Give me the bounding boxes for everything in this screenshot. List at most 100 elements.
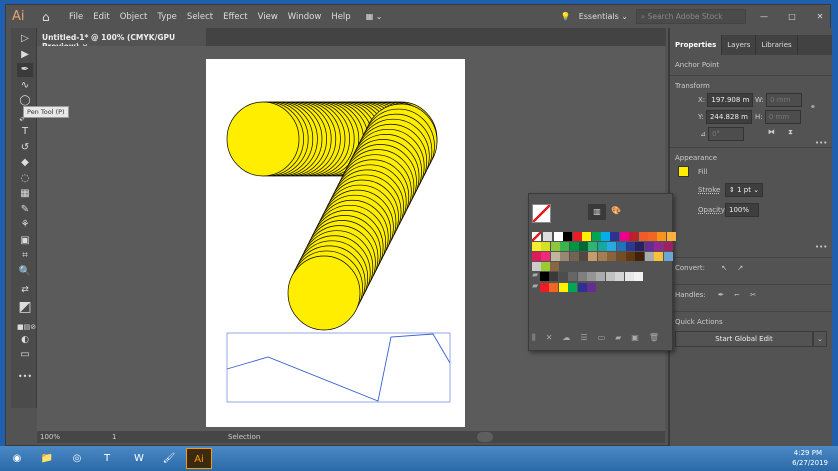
color-swatch[interactable]	[597, 242, 607, 251]
color-swatch[interactable]	[569, 252, 579, 261]
color-swatch[interactable]	[596, 272, 606, 281]
pattern-swatch[interactable]	[541, 262, 550, 271]
color-swatch[interactable]	[540, 283, 549, 292]
color-swatch[interactable]	[644, 242, 654, 251]
color-swatch[interactable]	[663, 252, 673, 261]
more-options[interactable]: •••	[815, 139, 827, 147]
home-icon[interactable]: ⌂	[42, 10, 56, 24]
zoom-level[interactable]: 100%	[40, 433, 60, 441]
start-global-edit-button[interactable]: Start Global Edit	[675, 331, 813, 347]
stroke-label[interactable]: Stroke	[698, 186, 720, 194]
color-modes-icon[interactable]: ■▤⊘	[17, 320, 36, 334]
color-swatch[interactable]	[629, 232, 639, 241]
curvature-tool-icon[interactable]: ∿	[17, 79, 33, 93]
color-swatch[interactable]	[572, 232, 582, 241]
color-swatch[interactable]	[577, 283, 587, 292]
color-swatch[interactable]	[616, 242, 626, 251]
menu-object[interactable]: Object	[115, 12, 153, 22]
artboard-tool-icon[interactable]: ⌗	[17, 249, 33, 263]
color-swatch[interactable]	[638, 232, 648, 241]
maximize-button[interactable]: □	[782, 12, 802, 21]
color-swatch[interactable]	[588, 252, 598, 261]
selected-path[interactable]	[226, 332, 451, 403]
color-swatch[interactable]	[540, 272, 549, 281]
minimize-button[interactable]: —	[754, 12, 774, 21]
color-swatch[interactable]	[619, 232, 629, 241]
fill-swatch[interactable]	[678, 166, 689, 177]
color-swatch[interactable]	[654, 242, 664, 251]
tab-layers[interactable]: Layers	[722, 35, 757, 55]
color-swatch[interactable]	[568, 272, 578, 281]
paint-icon[interactable]: 🖌	[156, 448, 182, 469]
h-field[interactable]: 0 mm	[764, 110, 801, 124]
screen-mode-icon[interactable]: ▭	[17, 348, 33, 362]
blend-tool-icon[interactable]: ▣	[17, 234, 33, 248]
menu-view[interactable]: View	[253, 12, 283, 22]
color-swatch[interactable]	[654, 252, 664, 261]
color-swatch[interactable]	[587, 272, 596, 281]
menu-type[interactable]: Type	[152, 12, 182, 22]
menu-help[interactable]: Help	[326, 12, 355, 22]
arrange-documents-icon[interactable]: ▦ ⌄	[366, 12, 383, 21]
color-swatch[interactable]	[663, 242, 673, 251]
color-swatch[interactable]	[605, 272, 615, 281]
handle-icon[interactable]: ⌐	[734, 291, 740, 299]
color-swatch[interactable]	[558, 283, 568, 292]
type-tool-icon[interactable]: T	[17, 125, 33, 139]
pen-anchor-icon[interactable]: ✒	[718, 291, 724, 299]
opacity-label[interactable]: Opacity	[698, 206, 725, 214]
color-swatch[interactable]	[591, 232, 601, 241]
opacity-field[interactable]: 100%	[725, 203, 759, 217]
shape-builder-tool-icon[interactable]: ◌	[17, 172, 33, 186]
start-button[interactable]: ◉	[4, 448, 30, 469]
swatch-list-view-icon[interactable]: ▥	[588, 204, 606, 220]
color-swatch[interactable]	[558, 272, 568, 281]
close-button[interactable]: ✕	[810, 12, 830, 21]
color-swatch[interactable]	[648, 232, 657, 241]
pattern-swatch[interactable]	[550, 262, 559, 271]
color-swatch[interactable]	[579, 252, 588, 261]
chrome-icon[interactable]: ◎	[64, 448, 90, 469]
menu-select[interactable]: Select	[182, 12, 218, 22]
color-swatch[interactable]	[582, 232, 592, 241]
color-swatch[interactable]	[666, 232, 676, 241]
color-swatch[interactable]	[532, 252, 541, 261]
word-icon[interactable]: W	[126, 448, 152, 469]
new-swatch-icon[interactable]: ▣	[631, 333, 639, 343]
color-swatch[interactable]	[577, 272, 587, 281]
convert-corner-icon[interactable]: ↖	[721, 264, 727, 272]
flip-horizontal-icon[interactable]: ⧓	[768, 128, 775, 136]
color-swatch[interactable]	[569, 242, 579, 251]
color-swatch[interactable]	[610, 232, 620, 241]
gradient-tool-icon[interactable]: ▦	[17, 187, 33, 201]
color-swatch[interactable]	[541, 242, 551, 251]
color-swatch[interactable]	[550, 242, 560, 251]
color-swatch[interactable]	[626, 242, 635, 251]
color-swatch[interactable]	[550, 252, 560, 261]
color-swatch[interactable]	[657, 232, 667, 241]
swatch-library-icon[interactable]: 🎨	[611, 206, 621, 215]
artboard-number[interactable]: 1	[112, 433, 116, 441]
rotate-field[interactable]: 0°	[708, 127, 745, 141]
document-tab[interactable]: Untitled-1* @ 100% (CMYK/GPU Preview) ×	[36, 28, 206, 51]
illustrator-taskbar-icon[interactable]: Ai	[186, 448, 212, 469]
cut-path-icon[interactable]: ✂	[750, 291, 756, 299]
color-swatch[interactable]	[568, 283, 578, 292]
fill-stroke-swap-icon[interactable]: ⇄	[17, 283, 33, 297]
color-swatch[interactable]	[607, 242, 617, 251]
color-swatch[interactable]	[601, 232, 610, 241]
color-swatch[interactable]	[587, 283, 596, 292]
none-swatch[interactable]	[532, 232, 541, 241]
horizontal-scrollbar[interactable]	[477, 432, 493, 442]
color-swatch[interactable]	[554, 232, 563, 241]
color-swatch[interactable]	[563, 232, 573, 241]
new-color-group-icon[interactable]: ▭	[598, 333, 606, 343]
draw-mode-icon[interactable]: ◐	[17, 333, 33, 347]
eraser-tool-icon[interactable]: ◆	[17, 156, 33, 170]
color-swatch[interactable]	[644, 252, 654, 261]
color-swatch[interactable]	[616, 252, 626, 261]
color-swatch[interactable]	[615, 272, 625, 281]
color-swatch[interactable]	[597, 252, 607, 261]
swatch-options-icon[interactable]: ☰	[580, 333, 587, 343]
y-field[interactable]: 244.828 m	[705, 110, 752, 124]
